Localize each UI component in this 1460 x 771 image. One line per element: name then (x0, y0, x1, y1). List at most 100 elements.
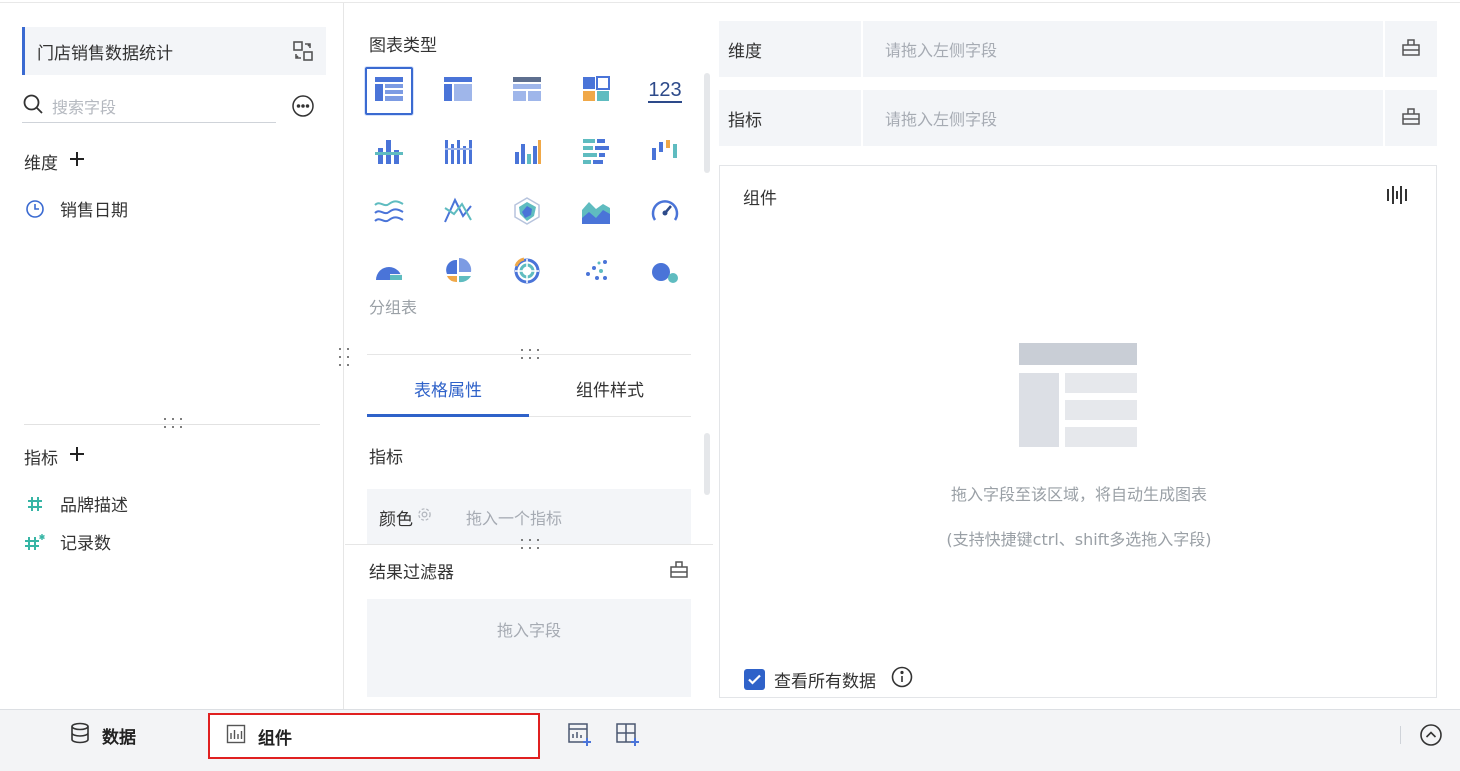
toolbox-icon (1401, 37, 1421, 61)
property-scrollbar[interactable] (704, 433, 710, 495)
field-search[interactable]: 搜索字段 (22, 89, 276, 123)
bottom-tab-bar: 数据 组件 (0, 709, 1460, 771)
chart-type-rose[interactable] (365, 247, 413, 295)
color-drop-hint: 拖入一个指标 (466, 509, 563, 528)
chart-type-group-table[interactable] (365, 67, 413, 115)
metric-section-title: 指标 (369, 448, 403, 468)
chart-type-waterfall[interactable] (641, 129, 689, 177)
chart-type-multi-bar[interactable] (434, 129, 482, 177)
search-input[interactable]: 搜索字段 (52, 94, 116, 118)
metric-zone-settings[interactable] (1385, 90, 1437, 146)
tab-component-style[interactable]: 组件样式 (529, 361, 691, 416)
filter-settings-icon[interactable] (669, 559, 689, 579)
metric-drop-area[interactable]: 请拖入左侧字段 (863, 90, 1383, 146)
chart-type-sunburst[interactable] (503, 247, 551, 295)
database-icon (70, 722, 90, 749)
component-title: 组件 (743, 189, 777, 209)
section-divider (24, 424, 320, 425)
selected-chart-type-label: 分组表 (369, 298, 418, 317)
tab-component-label: 组件 (258, 728, 292, 749)
chart-type-detail-table[interactable] (434, 67, 482, 115)
chart-type-line[interactable] (365, 189, 413, 237)
waveform-icon[interactable] (1386, 184, 1408, 206)
hbar-icon (581, 136, 611, 170)
filter-drop-hint: 拖入字段 (496, 621, 561, 640)
search-icon (22, 93, 44, 119)
chart-config-panel: 图表类型 123 分组表 表格属性 组件样式 指标 颜色 拖入一个指标 结果过滤… (345, 3, 713, 709)
dimension-field-item[interactable]: 销售日期 (24, 196, 128, 221)
chart-type-bar[interactable] (365, 129, 413, 177)
view-all-checkbox[interactable] (744, 669, 765, 690)
hash-icon (24, 493, 46, 515)
dimension-header-label: 维度 (24, 154, 58, 174)
chart-type-cross-line[interactable] (434, 189, 482, 237)
radar-icon (512, 196, 542, 230)
number-icon: 123 (648, 79, 682, 103)
chart-type-area[interactable] (572, 189, 620, 237)
chart-type-number[interactable]: 123 (641, 67, 689, 115)
add-metric-icon[interactable] (68, 445, 86, 468)
dataset-selector[interactable]: 门店销售数据统计 (22, 27, 326, 75)
horizontal-resize-handle[interactable] (519, 538, 541, 550)
rose-icon (374, 254, 404, 288)
cross-line-icon (443, 196, 473, 230)
color-drop-zone[interactable]: 颜色 拖入一个指标 (367, 489, 691, 545)
bar-icon (374, 136, 404, 170)
info-icon[interactable] (891, 666, 913, 693)
tab-data[interactable]: 数据 (70, 710, 136, 760)
chart-type-scrollbar[interactable] (704, 73, 710, 173)
gauge-icon (650, 196, 680, 230)
hash-star-icon (24, 531, 46, 553)
add-layout-component-icon[interactable] (614, 721, 642, 749)
metric-field-label: 品牌描述 (60, 496, 128, 516)
metric-zone-label: 指标 (719, 90, 861, 146)
metric-header-label: 指标 (24, 449, 58, 469)
pie-icon (443, 254, 473, 288)
chart-type-radar[interactable] (503, 189, 551, 237)
group-table-icon (374, 74, 404, 108)
bubble-icon (650, 254, 680, 288)
switch-dataset-icon[interactable] (292, 40, 314, 62)
add-chart-component-icon[interactable] (566, 721, 594, 749)
dimension-section-header: 维度 (24, 149, 86, 174)
dimension-field-label: 销售日期 (60, 201, 128, 221)
chart-type-pie[interactable] (434, 247, 482, 295)
filter-drop-zone[interactable]: 拖入字段 (367, 599, 691, 697)
scatter-icon (581, 254, 611, 288)
chart-type-column[interactable] (503, 129, 551, 177)
tab-table-properties[interactable]: 表格属性 (367, 361, 529, 417)
cross-table-icon (512, 74, 542, 108)
fields-panel: 门店销售数据统计 搜索字段 维度 销售日期 指标 品牌描述 记录数 (0, 3, 344, 709)
tab-component[interactable]: 组件 (208, 713, 540, 759)
result-filter-title: 结果过滤器 (369, 563, 454, 583)
chart-type-horizontal-bar[interactable] (572, 129, 620, 177)
multi-bar-icon (443, 136, 473, 170)
chart-type-title: 图表类型 (369, 36, 437, 56)
chart-type-bubble[interactable] (641, 247, 689, 295)
chart-type-gauge[interactable] (641, 189, 689, 237)
section-divider (367, 354, 691, 355)
dimension-drop-area[interactable]: 请拖入左侧字段 (863, 21, 1383, 77)
property-tabs: 表格属性 组件样式 (367, 361, 691, 417)
chart-icon (226, 724, 246, 749)
more-icon[interactable] (291, 94, 315, 118)
metric-field-item[interactable]: 品牌描述 (24, 491, 128, 516)
tab-data-label: 数据 (102, 727, 136, 748)
view-all-data-option[interactable]: 查看所有数据 (744, 666, 913, 693)
toolbox-icon (1401, 106, 1421, 130)
dimension-drop-zone: 维度 请拖入左侧字段 (719, 21, 1437, 77)
horizontal-resize-handle[interactable] (162, 417, 184, 429)
component-canvas[interactable]: 组件 拖入字段至该区域，将自动生成图表 (支持快捷键ctrl、shift多选拖入… (719, 165, 1437, 698)
sunburst-icon (512, 254, 542, 288)
dimension-zone-settings[interactable] (1385, 21, 1437, 77)
chart-type-cross-table[interactable] (503, 67, 551, 115)
chart-type-scatter[interactable] (572, 247, 620, 295)
chart-type-kpi-card[interactable] (572, 67, 620, 115)
settings-icon[interactable] (417, 507, 432, 527)
metric-field-item[interactable]: 记录数 (24, 529, 111, 554)
dataset-name: 门店销售数据统计 (37, 43, 173, 64)
metric-drop-zone: 指标 请拖入左侧字段 (719, 90, 1437, 146)
view-all-label: 查看所有数据 (774, 672, 876, 692)
add-dimension-icon[interactable] (68, 150, 86, 173)
collapse-up-icon[interactable] (1417, 721, 1445, 749)
